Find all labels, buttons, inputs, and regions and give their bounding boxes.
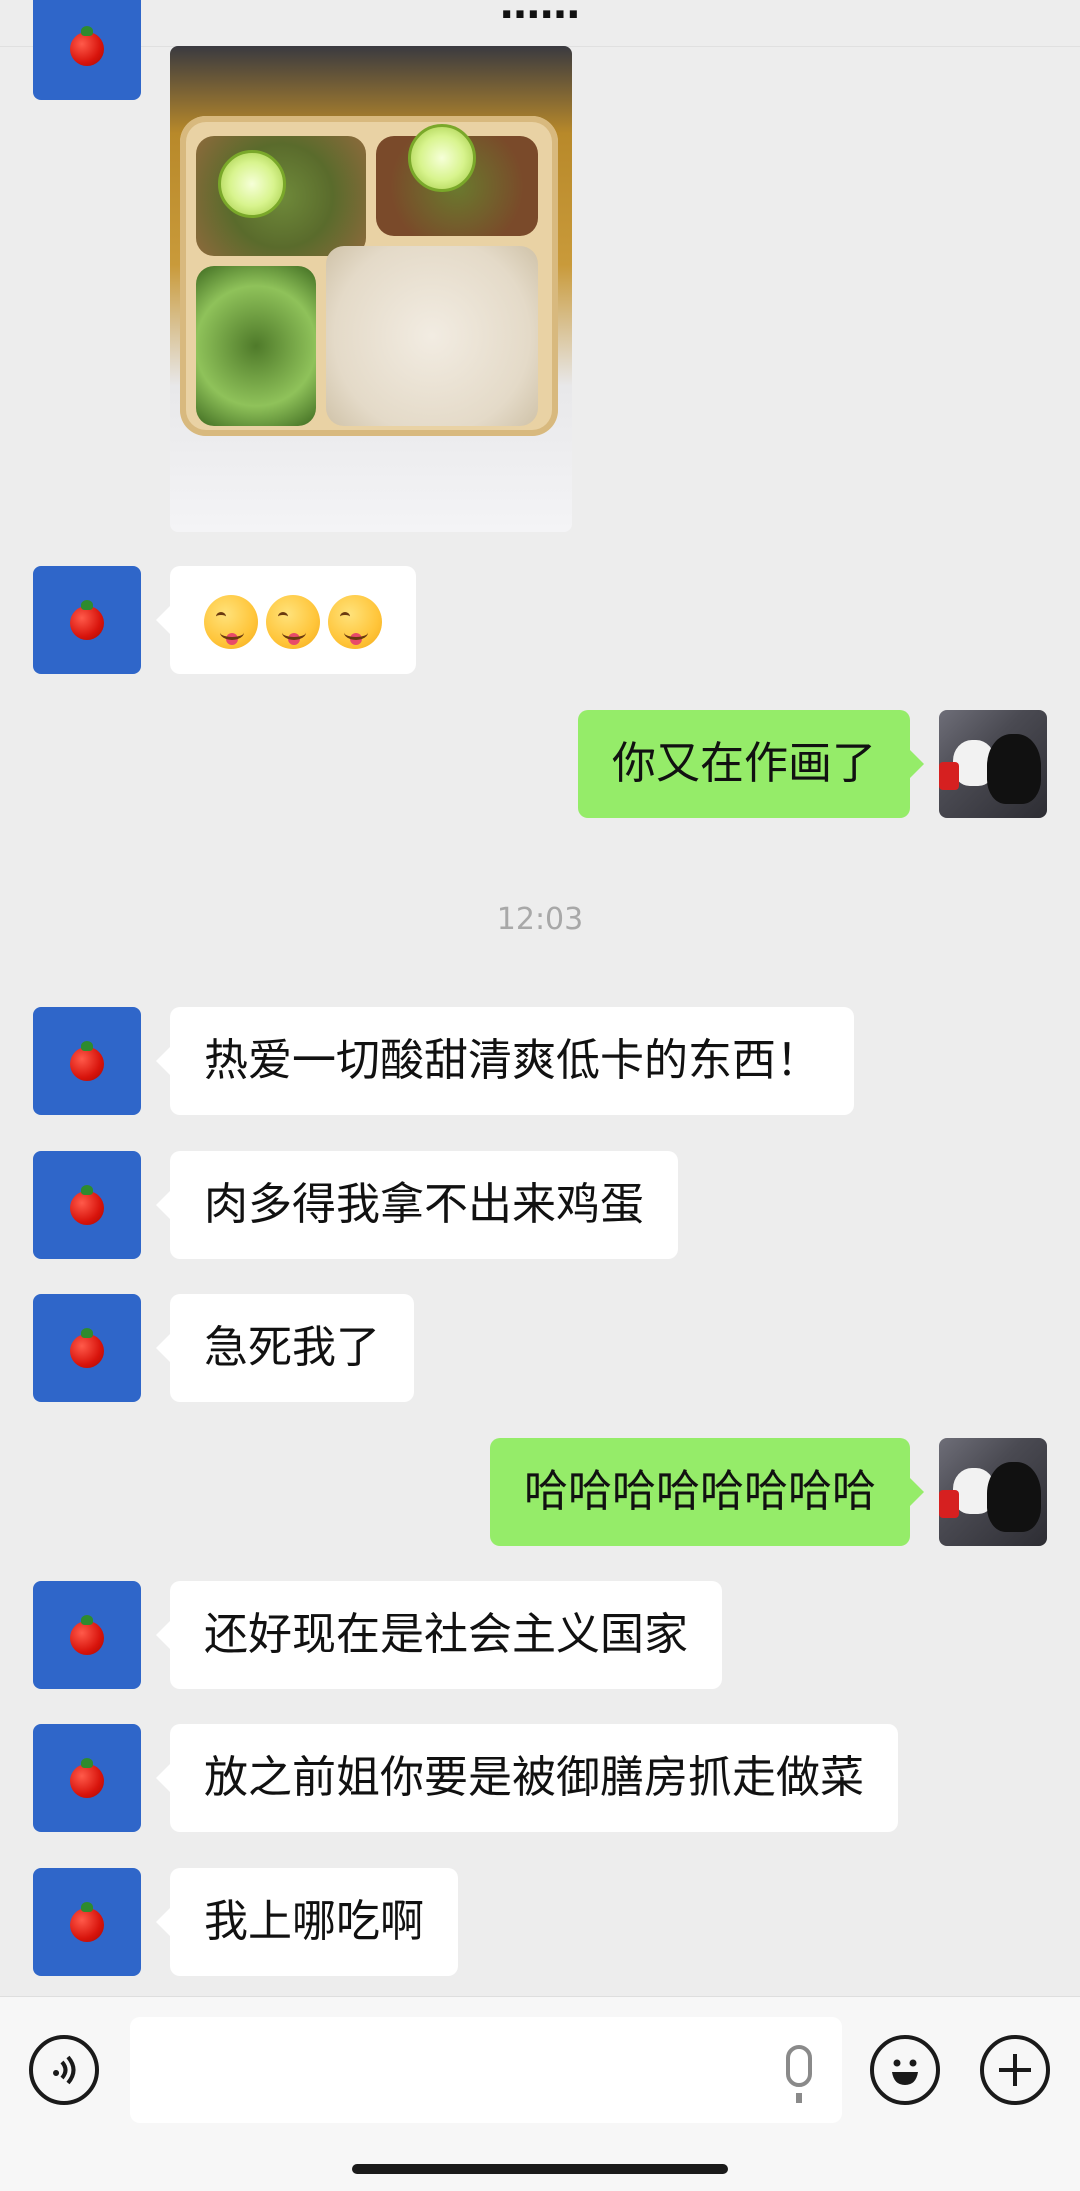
contact-message[interactable]: 急死我了: [156, 1294, 414, 1402]
yum-emoji-icon: [328, 595, 382, 649]
my-message[interactable]: 你又在作画了: [578, 710, 924, 818]
contact-avatar[interactable]: [33, 566, 141, 674]
contact-avatar[interactable]: [33, 1724, 141, 1832]
contact-avatar[interactable]: [33, 0, 141, 100]
my-message[interactable]: 哈哈哈哈哈哈哈哈: [490, 1438, 924, 1546]
plus-icon[interactable]: [980, 2035, 1050, 2105]
chat-title: ……: [500, 0, 580, 28]
yum-emoji-icon: [204, 595, 258, 649]
my-avatar[interactable]: [939, 1438, 1047, 1546]
contact-avatar[interactable]: [33, 1007, 141, 1115]
contact-avatar[interactable]: [33, 1581, 141, 1689]
microphone-icon[interactable]: [786, 2045, 812, 2103]
message-timestamp: 12:03: [496, 902, 584, 937]
voice-icon[interactable]: [29, 2035, 99, 2105]
chat-header: ‹ ……: [0, 0, 1080, 47]
home-indicator[interactable]: [352, 2164, 728, 2174]
input-bar: [0, 1996, 1080, 2191]
yum-emoji-icon: [266, 595, 320, 649]
contact-message[interactable]: 还好现在是社会主义国家: [156, 1581, 722, 1689]
contact-message[interactable]: 我上哪吃啊: [156, 1868, 458, 1976]
food-tray: [180, 116, 558, 436]
emoji-icon[interactable]: [870, 2035, 940, 2105]
emoji-message[interactable]: [156, 566, 416, 674]
contact-message[interactable]: 热爱一切酸甜清爽低卡的东西！: [156, 1007, 854, 1115]
my-avatar[interactable]: [939, 710, 1047, 818]
food-photo-message[interactable]: [170, 46, 572, 532]
contact-message[interactable]: 放之前姐你要是被御膳房抓走做菜: [156, 1724, 898, 1832]
contact-avatar[interactable]: [33, 1151, 141, 1259]
message-input[interactable]: [130, 2017, 842, 2123]
contact-message[interactable]: 肉多得我拿不出来鸡蛋: [156, 1151, 678, 1259]
contact-avatar[interactable]: [33, 1868, 141, 1976]
contact-avatar[interactable]: [33, 1294, 141, 1402]
